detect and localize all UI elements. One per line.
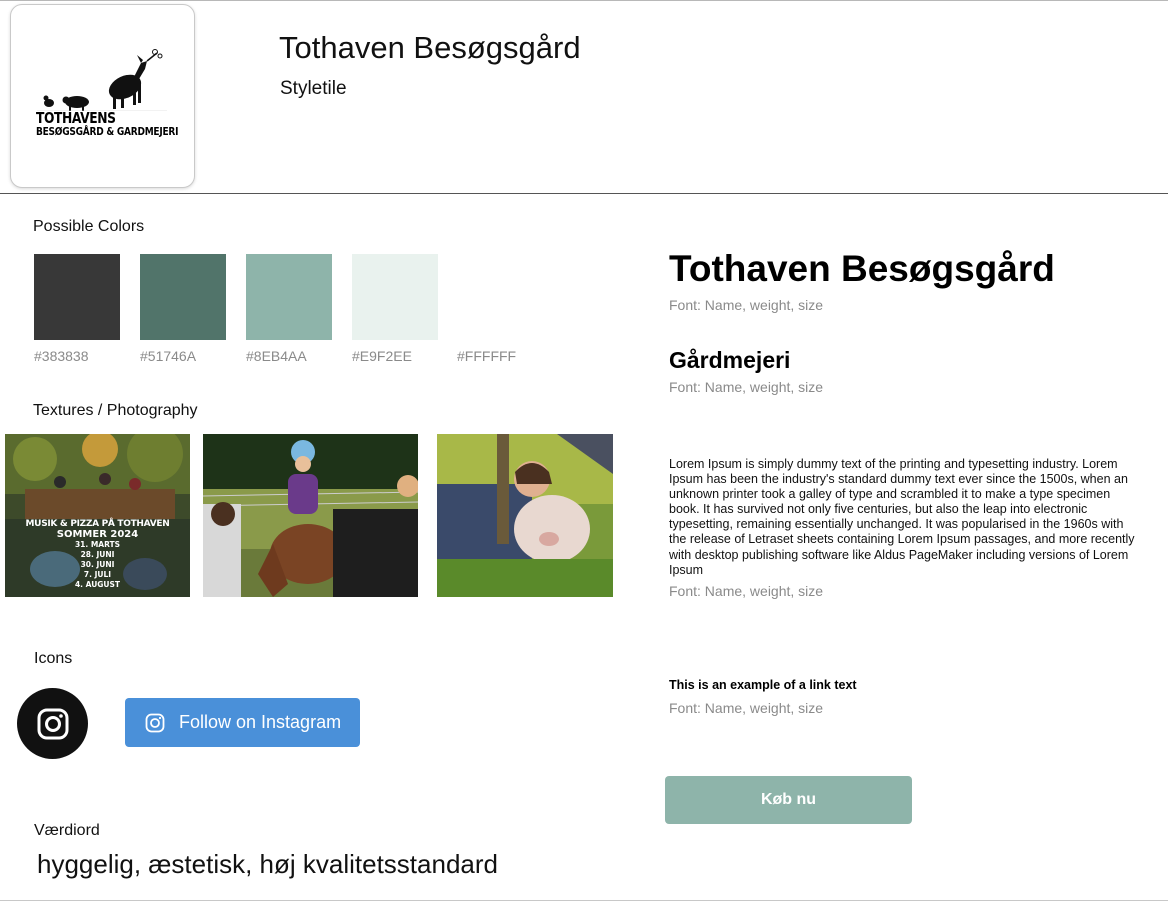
instagram-icon [145, 713, 165, 732]
values-text: hyggelig, æstetisk, høj kvalitetsstandar… [37, 849, 498, 879]
page-title: Tothaven Besøgsgård [279, 30, 581, 65]
poster-date: 30. JUNI [80, 560, 115, 569]
poster-date: 4. AUGUST [74, 580, 121, 589]
follow-instagram-button[interactable]: Follow on Instagram [125, 698, 360, 747]
instagram-circle-button[interactable] [17, 688, 88, 759]
color-hex-label: #383838 [34, 348, 89, 364]
typography-heading-2: Gårdmejeri [669, 347, 791, 373]
color-swatch-sage [246, 254, 332, 340]
color-hex-label: #E9F2EE [352, 348, 412, 364]
color-swatch-mint [352, 254, 438, 340]
example-link[interactable]: This is an example of a link text [669, 678, 857, 692]
child-riding-horse-photo [203, 434, 418, 597]
concert-poster-image: MUSIK & PIZZA PÅ TOTHAVEN SOMMER 2024 31… [5, 434, 190, 597]
page-subtitle: Styletile [280, 78, 347, 99]
color-swatch-dark-green [140, 254, 226, 340]
color-hex-label: #8EB4AA [246, 348, 307, 364]
buy-now-button[interactable]: Køb nu [665, 776, 912, 824]
color-hex-label: #FFFFFF [457, 348, 517, 364]
icons-section-label: Icons [34, 650, 73, 667]
font-note-h2: Font: Name, weight, size [669, 379, 824, 395]
bottom-divider [0, 900, 1168, 901]
font-note-body: Font: Name, weight, size [669, 583, 824, 599]
font-note-link: Font: Name, weight, size [669, 700, 824, 716]
poster-date: 31. MARTS [74, 540, 121, 549]
logo-tagline: BESØGSGÅRD & GARDMEJERI [36, 125, 179, 138]
top-divider [0, 0, 1168, 1]
follow-instagram-label: Follow on Instagram [179, 712, 342, 732]
poster-title: MUSIK & PIZZA PÅ TOTHAVEN [25, 519, 170, 529]
poster-date: 28. JUNI [80, 550, 115, 559]
color-swatch-dark-gray [34, 254, 120, 340]
font-note-h1: Font: Name, weight, size [669, 297, 824, 313]
typography-heading-1: Tothaven Besøgsgård [669, 248, 1055, 289]
color-hex-label: #51746A [140, 348, 197, 364]
woman-with-pig-photo [437, 434, 613, 597]
logo-card: TOTHAVENS BESØGSGÅRD & GARDMEJERI [10, 4, 195, 188]
textures-section-label: Textures / Photography [33, 402, 198, 419]
values-section-label: Værdiord [34, 822, 100, 839]
poster-subtitle: SOMMER 2024 [56, 529, 139, 540]
farm-animals-logo-icon [37, 49, 167, 111]
header-divider [0, 193, 1168, 194]
typography-body-text: Lorem Ipsum is simply dummy text of the … [669, 457, 1135, 577]
colors-section-label: Possible Colors [33, 218, 145, 235]
instagram-icon [37, 708, 68, 739]
poster-date: 7. JULI [83, 570, 112, 579]
